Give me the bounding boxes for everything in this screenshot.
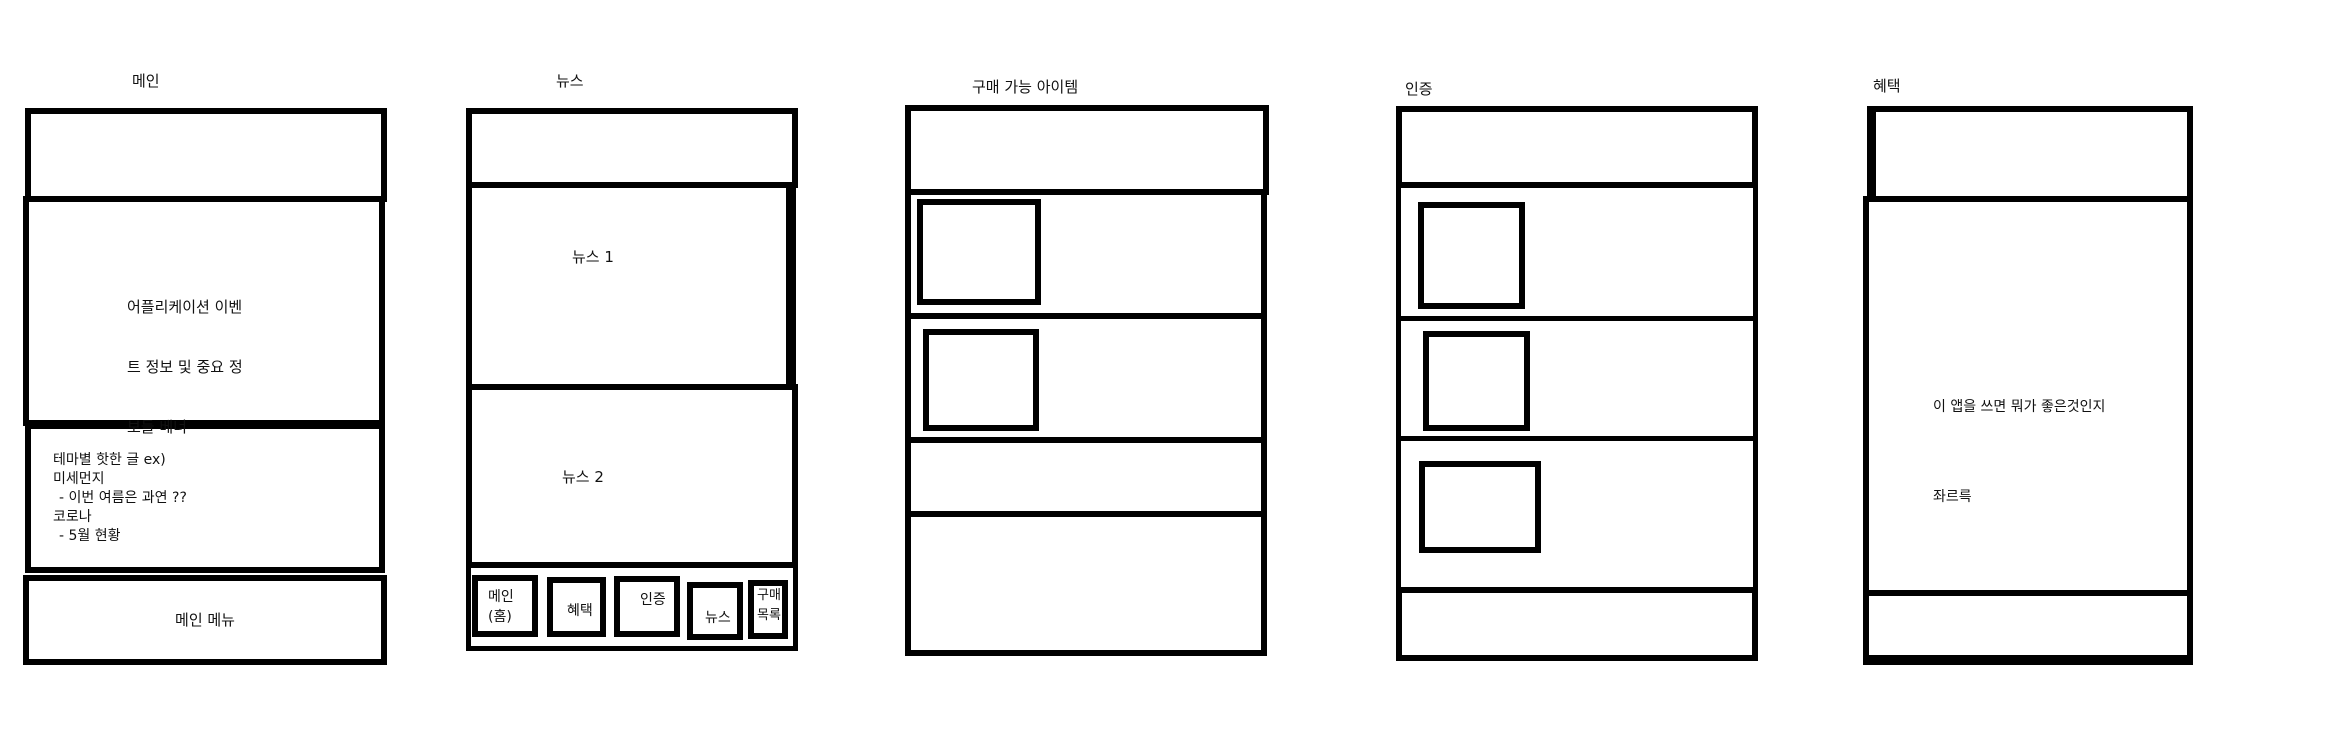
screen-title-main: 메인 — [132, 72, 160, 90]
purchase-item[interactable] — [905, 313, 1267, 443]
benefit-header — [1867, 106, 2193, 202]
benefit-line: 이 앱을 쓰면 뭐가 좋은것인지 — [1933, 399, 2106, 415]
item-thumbnail — [923, 329, 1039, 431]
auth-item[interactable] — [1396, 183, 1758, 321]
nav-label: 뉴스 — [705, 610, 731, 626]
purchase-empty-row — [905, 437, 1267, 517]
nav-label: 메인 — [488, 589, 514, 605]
main-menu-label: 메인 메뉴 — [175, 611, 235, 629]
nav-benefit-button[interactable]: 혜택 — [547, 577, 606, 637]
banner-line: 보들 베너 — [127, 418, 187, 436]
theme-line: 미세먼지 — [53, 471, 105, 487]
nav-news-button[interactable]: 뉴스 — [687, 582, 743, 640]
main-menu[interactable]: 메인 메뉴 — [23, 575, 387, 665]
theme-line: - 이번 여름은 과연 ?? — [59, 490, 187, 506]
auth-footer — [1396, 587, 1758, 661]
news-header — [466, 108, 798, 188]
auth-thumbnail — [1423, 331, 1530, 431]
main-header — [25, 108, 387, 202]
auth-item[interactable] — [1396, 316, 1758, 441]
theme-line: - 5월 현황 — [59, 528, 121, 544]
auth-item[interactable] — [1396, 436, 1758, 592]
purchase-footer — [905, 511, 1267, 656]
nav-label: 혜택 — [567, 603, 593, 619]
theme-line: 테마별 핫한 글 ex) — [53, 452, 166, 468]
nav-auth-button[interactable]: 인증 — [614, 576, 680, 637]
screen-title-benefit: 혜택 — [1873, 77, 1901, 95]
theme-posts-text: 테마별 핫한 글 ex) 미세먼지 - 이번 여름은 과연 ?? 코로나 - 5… — [53, 451, 187, 546]
banner-line: 어플리케이션 이벤 — [127, 298, 243, 316]
purchase-item[interactable] — [905, 189, 1267, 319]
main-banner[interactable]: 어플리케이션 이벤 트 정보 및 중요 정 보들 베너 — [23, 196, 385, 436]
item-thumbnail — [917, 199, 1041, 305]
purchase-header — [905, 105, 1269, 195]
banner-line: 트 정보 및 중요 정 — [127, 358, 243, 376]
auth-header — [1396, 106, 1758, 188]
nav-main-button[interactable]: 메인 (홈) — [472, 575, 538, 637]
auth-thumbnail — [1418, 202, 1525, 309]
nav-label: 목록 — [757, 608, 781, 623]
nav-label: (홈) — [488, 609, 512, 625]
screen-title-news: 뉴스 — [556, 72, 584, 90]
screen-title-auth: 인증 — [1405, 80, 1433, 98]
news-item-label: 뉴스 1 — [572, 248, 614, 266]
benefit-line: 좌르륵 — [1933, 489, 1972, 505]
screen-title-purchase: 구매 가능 아이템 — [972, 78, 1079, 96]
news-item-1[interactable]: 뉴스 1 — [466, 182, 796, 390]
news-item-label: 뉴스 2 — [562, 468, 604, 486]
benefit-footer — [1863, 590, 2193, 665]
news-item-2[interactable]: 뉴스 2 — [466, 384, 798, 568]
nav-purchase-list-button[interactable]: 구매 목록 — [748, 580, 788, 639]
nav-label: 인증 — [640, 592, 666, 608]
auth-thumbnail — [1419, 461, 1541, 553]
benefit-body: 이 앱을 쓰면 뭐가 좋은것인지 좌르륵 — [1863, 196, 2193, 596]
nav-label: 구매 — [757, 588, 781, 603]
theme-line: 코로나 — [53, 509, 92, 525]
